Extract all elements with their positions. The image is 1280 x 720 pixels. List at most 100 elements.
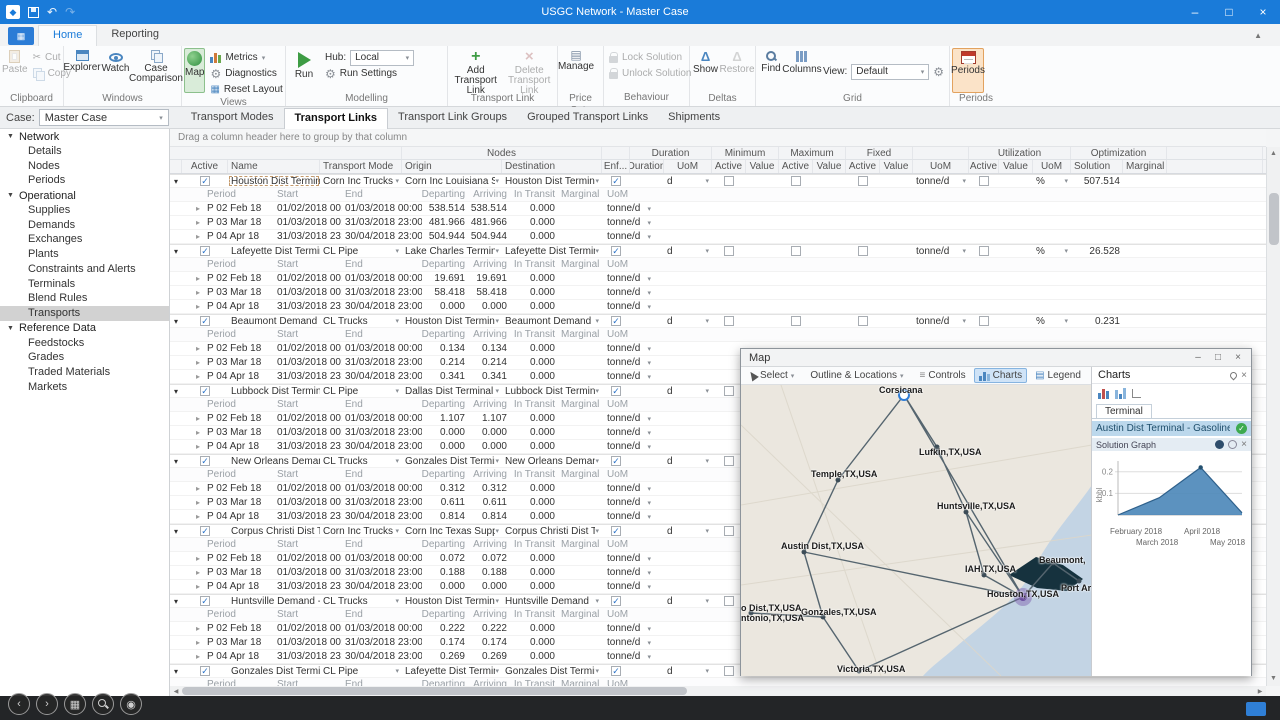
periods-button[interactable]: Periods [952, 48, 984, 93]
period-row[interactable]: ▸P 02 Feb 1801/02/2018 00:0001/03/2018 0… [170, 272, 1266, 286]
column-chart-icon[interactable] [1115, 388, 1126, 399]
origin-select[interactable]: Corn Inc Texas Supply▾ [402, 525, 502, 537]
period-row[interactable]: ▸P 03 Mar 1801/03/2018 00:0031/03/2018 2… [170, 216, 1266, 230]
sub-column-header-start[interactable]: Start [274, 678, 342, 686]
show-deltas-button[interactable]: ΔShow [692, 48, 719, 93]
duration-cell[interactable] [630, 385, 664, 397]
sub-column-header-arriving[interactable]: Arriving [468, 398, 510, 411]
util-active-checkbox[interactable] [979, 176, 989, 186]
sub-column-header-marginal[interactable]: Marginal [558, 258, 604, 271]
sub-column-header-in-transit[interactable]: In Transit [510, 258, 558, 271]
transport-mode-select[interactable]: CL Pipe▾ [320, 665, 402, 677]
run-settings-button[interactable]: ⚙Run Settings [322, 66, 417, 81]
sidebar-item-grades[interactable]: Grades [0, 350, 169, 365]
sub-column-header-end[interactable]: End [342, 258, 422, 271]
chart-series-item[interactable]: Austin Dist Terminal - Gasoline R... ✓ [1092, 421, 1251, 436]
graph-toggle-outline-icon[interactable] [1228, 440, 1237, 449]
sub-column-header-end[interactable]: End [342, 468, 422, 481]
row-expander-icon[interactable]: ▾ [170, 595, 182, 607]
min-active-checkbox[interactable] [724, 246, 734, 256]
transport-mode-select[interactable]: CL Pipe▾ [320, 245, 402, 257]
sub-column-header-in-transit[interactable]: In Transit [510, 678, 558, 686]
util-value-cell[interactable] [999, 315, 1033, 327]
column-header-uom-14[interactable]: UoM [913, 160, 969, 173]
name-cell[interactable]: Lubbock Dist Terminal - G... [228, 385, 320, 397]
close-button[interactable]: × [1246, 0, 1280, 24]
apps-button[interactable]: ▦ [64, 693, 86, 715]
column-header-solution-18[interactable]: Solution [1071, 160, 1123, 173]
sub-column-header-in-transit[interactable]: In Transit [510, 398, 558, 411]
horizontal-scrollbar[interactable]: ◀ ▶ [170, 686, 1266, 696]
tab-terminal[interactable]: Terminal [1096, 404, 1152, 418]
enforced-checkbox[interactable]: ✓ [611, 316, 621, 326]
sub-column-header-period[interactable]: Period [204, 678, 274, 686]
sub-column-header-marginal[interactable]: Marginal [558, 608, 604, 621]
duration-uom-select[interactable]: d▾ [664, 245, 712, 257]
min-active-checkbox[interactable] [724, 176, 734, 186]
destination-select[interactable]: Lubbock Dist Terminal▾ [502, 385, 602, 397]
name-cell[interactable]: Gonzales Dist Terminal - U... [228, 665, 320, 677]
column-header-marginal-19[interactable]: Marginal [1123, 160, 1167, 173]
row-expander-icon[interactable]: ▾ [170, 525, 182, 537]
column-header-active-10[interactable]: Active [779, 160, 813, 173]
period-uom-select[interactable]: tonne/d▾ [604, 370, 654, 383]
origin-select[interactable]: Houston Dist Terminal▾ [402, 595, 502, 607]
sub-column-header-start[interactable]: Start [274, 608, 342, 621]
enforced-checkbox[interactable]: ✓ [611, 666, 621, 676]
duration-cell[interactable] [630, 665, 664, 677]
sidebar-item-details[interactable]: Details [0, 144, 169, 159]
column-header-duration-6[interactable]: Duration [630, 160, 664, 173]
sub-column-header-uom[interactable]: UoM [604, 328, 654, 341]
period-uom-select[interactable]: tonne/d▾ [604, 622, 654, 635]
period-uom-select[interactable]: tonne/d▾ [604, 580, 654, 593]
grid-settings-icon[interactable]: ⚙ [933, 66, 944, 78]
pin-icon[interactable] [1229, 370, 1239, 380]
duration-cell[interactable] [630, 455, 664, 467]
column-header-active-8[interactable]: Active [712, 160, 746, 173]
sidebar-item-nodes[interactable]: Nodes [0, 159, 169, 174]
hub-select[interactable]: Local▾ [350, 50, 414, 66]
name-cell[interactable]: Houston Dist Terminal - A... [228, 175, 320, 187]
sub-column-header-period[interactable]: Period [204, 608, 274, 621]
undo-icon[interactable]: ↶ [47, 6, 57, 18]
select-tool-button[interactable]: Select▾ [745, 369, 798, 382]
brand-badge[interactable] [1246, 702, 1266, 716]
max-active-checkbox[interactable] [791, 316, 801, 326]
duration-cell[interactable] [630, 525, 664, 537]
sub-column-header-period[interactable]: Period [204, 188, 274, 201]
duration-uom-select[interactable]: d▾ [664, 455, 712, 467]
sub-column-header-departing[interactable]: Departing [422, 608, 468, 621]
map-close-icon[interactable]: × [1229, 352, 1247, 363]
max-value-cell[interactable] [813, 175, 846, 187]
sub-column-header-in-transit[interactable]: In Transit [510, 608, 558, 621]
sub-column-header-end[interactable]: End [342, 328, 422, 341]
active-checkbox[interactable]: ✓ [200, 316, 210, 326]
period-expander-icon[interactable]: ▸ [192, 510, 204, 523]
period-expander-icon[interactable]: ▸ [192, 356, 204, 369]
util-active-checkbox[interactable] [979, 316, 989, 326]
zoom-button[interactable] [92, 693, 114, 715]
min-value-cell[interactable] [746, 175, 779, 187]
active-checkbox[interactable]: ✓ [200, 386, 210, 396]
duration-uom-select[interactable]: d▾ [664, 175, 712, 187]
fixed-active-checkbox[interactable] [858, 246, 868, 256]
period-uom-select[interactable]: tonne/d▾ [604, 650, 654, 663]
tab-transport-link-groups[interactable]: Transport Link Groups [388, 108, 517, 129]
scroll-right-icon[interactable]: ▶ [1254, 688, 1266, 695]
case-comparison-button[interactable]: Case Comparison [133, 48, 179, 93]
period-row[interactable]: ▸P 02 Feb 1801/02/2018 00:0001/03/2018 0… [170, 202, 1266, 216]
util-uom-select[interactable]: %▾ [1033, 315, 1071, 327]
duration-cell[interactable] [630, 595, 664, 607]
map-canvas[interactable]: CorsicanaTemple,TX,USALufkin,TX,USAHunts… [741, 385, 1092, 676]
tree-section-operational[interactable]: ▼Operational [0, 188, 169, 203]
min-active-checkbox[interactable] [724, 526, 734, 536]
sub-column-header-arriving[interactable]: Arriving [468, 608, 510, 621]
period-uom-select[interactable]: tonne/d▾ [604, 426, 654, 439]
graph-toggle-filled-icon[interactable] [1215, 440, 1224, 449]
scroll-left-icon[interactable]: ◀ [170, 688, 182, 695]
enforced-checkbox[interactable]: ✓ [611, 176, 621, 186]
cut-button[interactable]: ✂Cut [30, 50, 74, 65]
min-active-checkbox[interactable] [724, 316, 734, 326]
transport-mode-select[interactable]: CL Pipe▾ [320, 385, 402, 397]
enforced-checkbox[interactable]: ✓ [611, 456, 621, 466]
